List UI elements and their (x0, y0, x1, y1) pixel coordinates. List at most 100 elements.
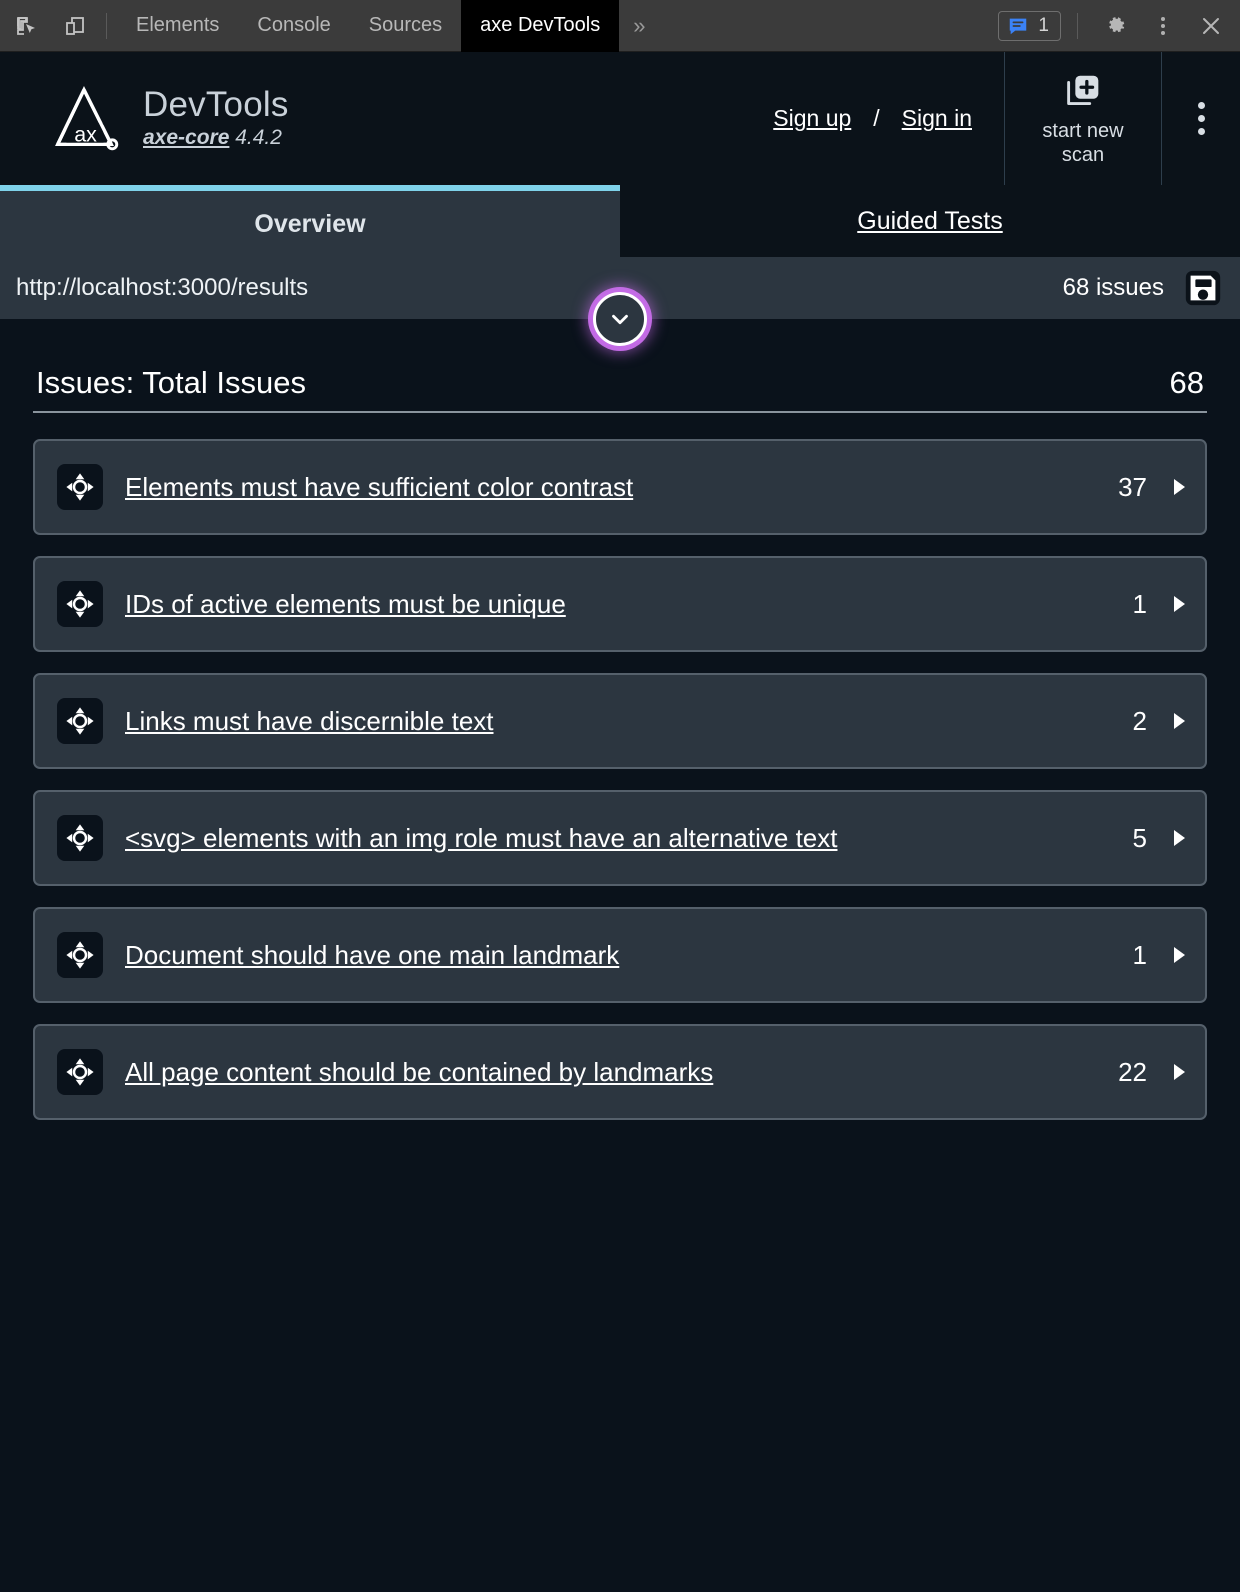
issue-count: 5 (1132, 822, 1147, 853)
more-options-icon (1161, 16, 1165, 35)
issue-row[interactable]: <svg> elements with an img role must hav… (33, 790, 1207, 886)
chevron-right-icon (1173, 479, 1185, 495)
issues-panel-title: Issues: Total Issues (36, 365, 306, 400)
devtools-tab-axe-devtools[interactable]: axe DevTools (461, 0, 620, 52)
url-bar: http://localhost:3000/results 68 issues (0, 257, 1240, 346)
auth-links: Sign up / Sign in (289, 52, 1004, 185)
crosshair-icon (66, 473, 94, 501)
issue-count: 22 (1118, 1056, 1147, 1087)
messages-icon (1010, 18, 1027, 34)
issue-label[interactable]: Links must have discernible text (125, 706, 494, 737)
toolbar-divider (106, 12, 107, 39)
messages-button[interactable]: 1 (998, 10, 1061, 41)
close-devtools-button[interactable] (1190, 6, 1232, 46)
issue-expand-button[interactable] (1171, 945, 1187, 965)
issue-row[interactable]: Document should have one main landmark 1 (33, 907, 1207, 1003)
chevron-right-icon (1173, 947, 1185, 963)
axe-core-version: 4.4.2 (235, 125, 282, 149)
scan-label-line2: scan (1061, 144, 1105, 166)
header-more-options-icon (1197, 102, 1205, 135)
crosshair-icon (66, 941, 94, 969)
issue-count: 37 (1118, 471, 1147, 502)
chevron-right-icon (1173, 830, 1185, 846)
crosshair-icon (66, 707, 94, 735)
issue-expand-button[interactable] (1171, 477, 1187, 497)
device-toolbar-icon (66, 16, 84, 35)
crosshair-icon (66, 590, 94, 618)
issues-panel-total: 68 (1169, 365, 1204, 400)
issue-type-icon-wrapper (57, 1049, 103, 1095)
chevron-down-icon (612, 314, 628, 325)
devtools-tab-overflow-button[interactable]: » (619, 13, 657, 39)
app-header: ax DevTools axe-core 4.4.2 Sign up / Sig… (0, 52, 1240, 185)
device-toolbar-button[interactable] (54, 6, 96, 46)
issue-expand-button[interactable] (1171, 1062, 1187, 1082)
save-results-button[interactable] (1180, 265, 1226, 311)
issue-type-icon-wrapper (57, 464, 103, 510)
sign-in-link[interactable]: Sign in (902, 105, 972, 132)
auth-separator: / (873, 105, 880, 131)
issue-label[interactable]: IDs of active elements must be unique (125, 589, 566, 620)
brand-subtitle: axe-core 4.4.2 (143, 126, 289, 150)
devtools-toolbar: Elements Console Sources axe DevTools » … (0, 0, 1240, 52)
collapse-toggle-wrapper (593, 292, 647, 346)
page-title: DevTools (143, 85, 289, 125)
axe-logo: ax (55, 85, 119, 150)
svg-text:ax: ax (74, 122, 97, 146)
issue-label[interactable]: <svg> elements with an img role must hav… (125, 823, 837, 854)
issue-type-icon-wrapper (57, 581, 103, 627)
issue-row[interactable]: All page content should be contained by … (33, 1024, 1207, 1120)
issue-row[interactable]: Links must have discernible text 2 (33, 673, 1207, 769)
devtools-more-options-button[interactable] (1142, 6, 1184, 46)
scan-label-line1: start new (1042, 120, 1124, 143)
issue-label[interactable]: Elements must have sufficient color cont… (125, 472, 633, 503)
issues-panel: Issues: Total Issues 68 Elements must ha… (0, 319, 1240, 1120)
start-new-scan-label: start new scan (1042, 120, 1123, 167)
settings-gear-icon (1108, 17, 1124, 33)
tab-overview[interactable]: Overview (0, 185, 620, 257)
messages-count: 1 (1038, 14, 1049, 36)
chevron-right-icon (1173, 596, 1185, 612)
issues-count-label: 68 issues (1062, 274, 1164, 301)
url-bar-right: 68 issues (1063, 265, 1226, 311)
devtools-tab-elements[interactable]: Elements (117, 0, 238, 52)
issue-count: 1 (1132, 588, 1147, 619)
brand: ax DevTools axe-core 4.4.2 (0, 52, 289, 185)
close-icon (1203, 17, 1219, 34)
inspect-element-icon (17, 16, 35, 35)
issue-expand-button[interactable] (1171, 594, 1187, 614)
collapse-toggle-button[interactable] (593, 292, 647, 346)
issue-type-icon-wrapper (57, 932, 103, 978)
issue-count: 2 (1132, 705, 1147, 736)
start-new-scan-button[interactable]: start new scan (1004, 52, 1162, 185)
toolbar-divider-right (1077, 12, 1078, 39)
inspect-element-button[interactable] (6, 6, 48, 46)
header-more-options-button[interactable] (1162, 52, 1240, 185)
issue-row[interactable]: Elements must have sufficient color cont… (33, 439, 1207, 535)
save-icon (1185, 270, 1221, 306)
scanned-url: http://localhost:3000/results (16, 274, 309, 301)
chevron-right-icon (1173, 1064, 1185, 1080)
devtools-tab-console[interactable]: Console (238, 0, 349, 52)
brand-text: DevTools axe-core 4.4.2 (143, 85, 289, 150)
issue-label[interactable]: Document should have one main landmark (125, 940, 619, 971)
issue-count: 1 (1132, 939, 1147, 970)
issue-expand-button[interactable] (1171, 711, 1187, 731)
chevron-right-icon (1173, 713, 1185, 729)
crosshair-icon (66, 1058, 94, 1086)
sign-up-link[interactable]: Sign up (773, 105, 851, 132)
devtools-toolbar-right: 1 (998, 0, 1240, 52)
tab-guided-tests[interactable]: Guided Tests (620, 185, 1240, 257)
issues-list: Elements must have sufficient color cont… (33, 413, 1207, 1120)
issue-expand-button[interactable] (1171, 828, 1187, 848)
settings-button[interactable] (1094, 6, 1136, 46)
issue-label[interactable]: All page content should be contained by … (125, 1057, 713, 1088)
devtools-tab-sources[interactable]: Sources (350, 0, 461, 52)
axe-core-link[interactable]: axe-core (143, 126, 229, 149)
issue-row[interactable]: IDs of active elements must be unique 1 (33, 556, 1207, 652)
main-tabs: Overview Guided Tests (0, 185, 1240, 257)
crosshair-icon (66, 824, 94, 852)
new-scan-icon (1067, 76, 1099, 106)
issue-type-icon-wrapper (57, 815, 103, 861)
issue-type-icon-wrapper (57, 698, 103, 744)
